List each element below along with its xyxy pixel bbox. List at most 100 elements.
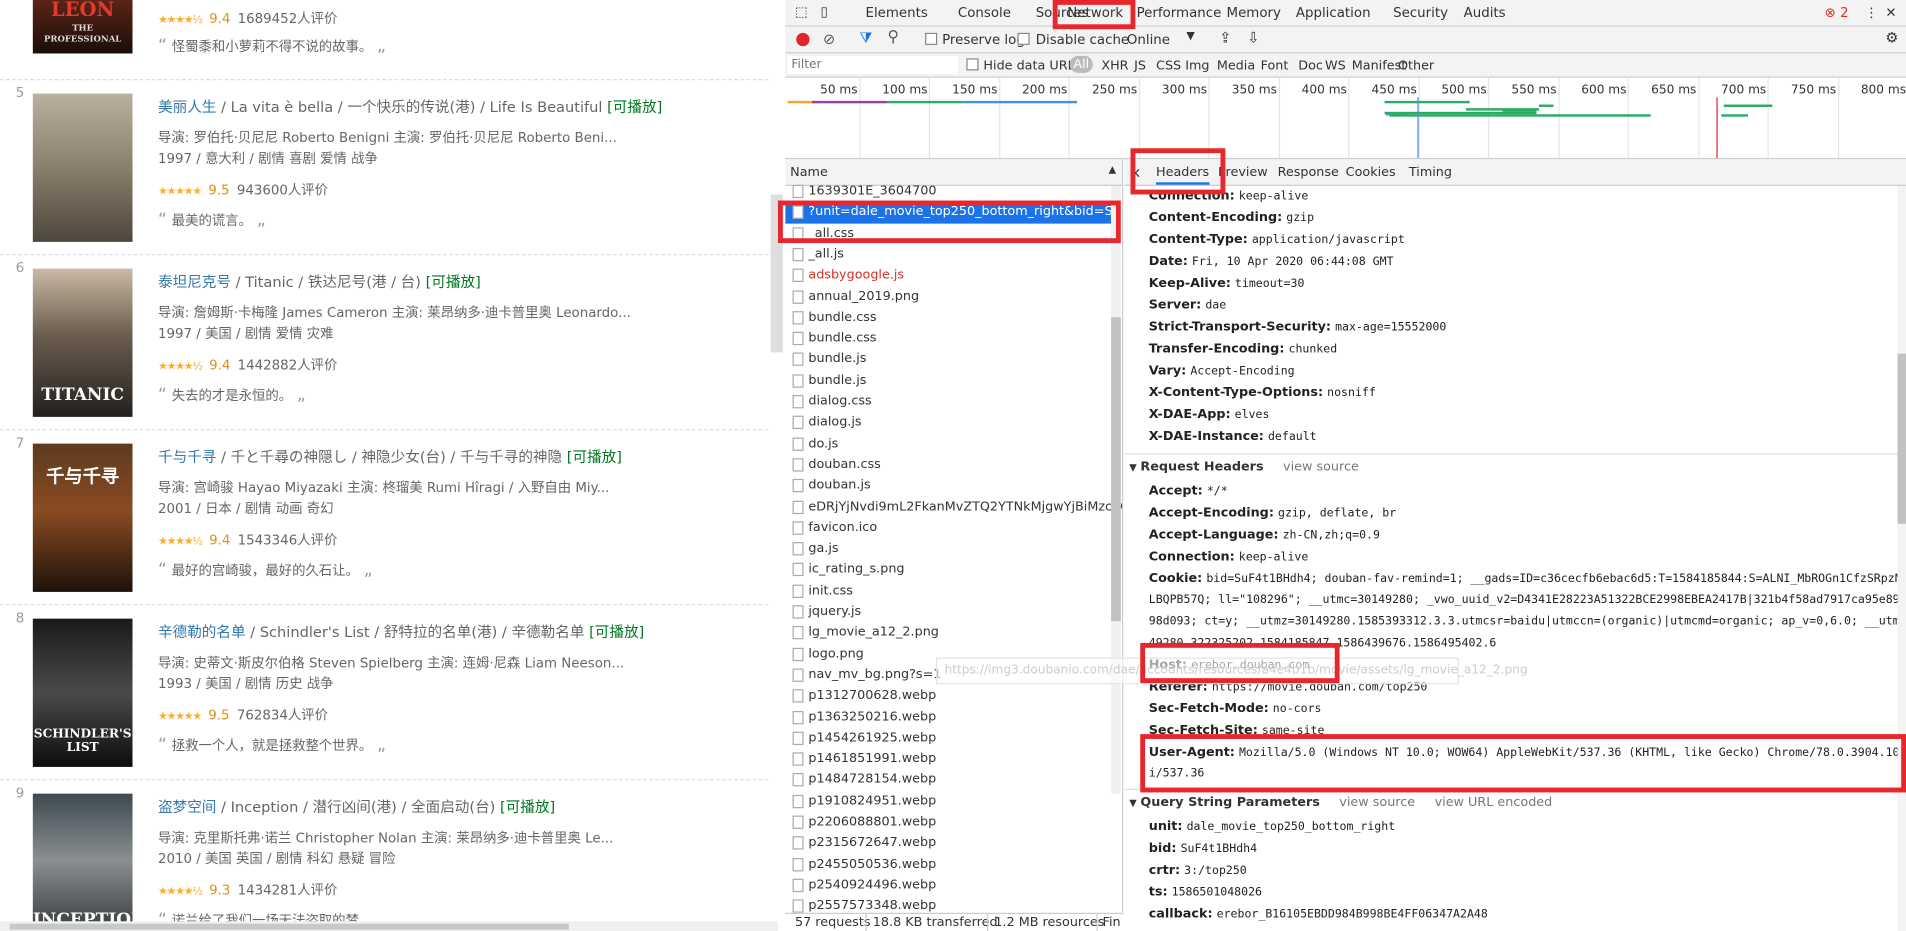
export-har-icon[interactable]: ⇩	[1247, 29, 1259, 46]
horizontal-scrollbar[interactable]	[9, 923, 569, 930]
filter-type-img[interactable]: Img	[1185, 58, 1209, 73]
filter-type-xhr[interactable]: XHR	[1101, 58, 1128, 73]
request-row[interactable]: _all.js	[785, 244, 1111, 265]
request-row[interactable]: p2540924496.webp	[785, 875, 1111, 896]
request-row[interactable]: p1910824951.webp	[785, 791, 1111, 812]
request-row[interactable]: lg_movie_a12_2.png	[785, 623, 1111, 644]
request-row[interactable]: p2455050536.webp	[785, 854, 1111, 875]
filter-type-js[interactable]: JS	[1134, 58, 1146, 73]
tab-security[interactable]: Security	[1393, 5, 1448, 21]
tab-performance[interactable]: Performance	[1137, 5, 1222, 21]
request-row[interactable]: adsbygoogle.js	[785, 265, 1111, 286]
request-row[interactable]: p1363250216.webp	[785, 707, 1111, 728]
query-string-section[interactable]: ▼ Query String Parameters view source view …	[1129, 795, 1552, 810]
playable-tag[interactable]: [可播放]	[607, 98, 662, 115]
request-row[interactable]: bundle.css	[785, 307, 1111, 328]
request-row[interactable]: p1461851991.webp	[785, 749, 1111, 770]
request-row[interactable]: favicon.ico	[785, 518, 1111, 539]
playable-tag[interactable]: [可播放]	[426, 273, 481, 290]
request-row[interactable]: bundle.js	[785, 370, 1111, 391]
detail-tab-response[interactable]: Response	[1278, 165, 1339, 180]
movie-title-link[interactable]: 盗梦空间	[158, 799, 216, 816]
request-row[interactable]: jquery.js	[785, 602, 1111, 623]
movie-poster[interactable]: SCHINDLER'S LIST	[32, 618, 133, 767]
request-row[interactable]: do.js	[785, 433, 1111, 454]
tab-network[interactable]: Network	[1067, 5, 1123, 21]
close-devtools-icon[interactable]: ✕	[1885, 5, 1896, 21]
detail-scrollbar[interactable]	[1897, 353, 1906, 524]
request-row[interactable]: p2315672647.webp	[785, 833, 1111, 854]
detail-tab-cookies[interactable]: Cookies	[1346, 165, 1396, 180]
request-row[interactable]: ga.js	[785, 539, 1111, 560]
request-row[interactable]: dialog.js	[785, 412, 1111, 433]
record-icon[interactable]	[796, 32, 810, 47]
view-source-link[interactable]: view source	[1339, 795, 1415, 810]
detail-tab-headers[interactable]: Headers	[1156, 165, 1210, 185]
movie-title-link[interactable]: 千与千寻	[158, 448, 216, 465]
settings-gear-icon[interactable]: ⚙	[1885, 29, 1898, 46]
movie-poster[interactable]	[32, 93, 133, 242]
filter-type-other[interactable]: Other	[1398, 58, 1434, 73]
request-list-scrollbar[interactable]	[1111, 317, 1121, 622]
request-row[interactable]: _all.css	[785, 223, 1111, 244]
filter-type-font[interactable]: Font	[1261, 58, 1289, 73]
movie-poster[interactable]: 千与千寻	[32, 443, 133, 592]
request-row[interactable]: dialog.css	[785, 391, 1111, 412]
tab-console[interactable]: Console	[958, 5, 1011, 21]
detail-tab-timing[interactable]: Timing	[1409, 165, 1452, 180]
disable-cache-checkbox[interactable]	[1017, 32, 1030, 45]
search-icon[interactable]: ⚲	[887, 28, 899, 46]
more-options-icon[interactable]: ⋮	[1865, 5, 1878, 21]
request-row[interactable]: p1484728154.webp	[785, 770, 1111, 791]
request-row[interactable]: bundle.css	[785, 328, 1111, 349]
filter-type-ws[interactable]: WS	[1325, 58, 1346, 73]
filter-type-media[interactable]: Media	[1217, 58, 1255, 73]
error-count-icon[interactable]: ⊗ 2	[1825, 5, 1849, 21]
request-row[interactable]: p2557573348.webp	[785, 896, 1111, 913]
view-source-link[interactable]: view source	[1283, 459, 1359, 474]
request-row[interactable]: annual_2019.png	[785, 286, 1111, 307]
filter-input[interactable]	[787, 55, 958, 75]
movie-title-link[interactable]: 辛德勒的名单	[158, 624, 246, 641]
import-har-icon[interactable]: ⇪	[1219, 29, 1231, 46]
filter-type-css[interactable]: CSS	[1156, 58, 1181, 73]
detail-tab-preview[interactable]: Preview	[1218, 165, 1268, 180]
movie-title-link[interactable]: 美丽人生	[158, 98, 216, 115]
request-headers-section[interactable]: ▼ Request Headers view source	[1129, 459, 1359, 474]
movie-poster[interactable]: TITANIC	[32, 268, 133, 417]
throttle-select[interactable]: Online	[1127, 32, 1170, 48]
request-row[interactable]: p1454261925.webp	[785, 728, 1111, 749]
view-url-encoded-link[interactable]: view URL encoded	[1435, 795, 1553, 810]
movie-title-link[interactable]: 泰坦尼克号	[158, 273, 231, 290]
hide-data-urls-checkbox[interactable]	[966, 58, 979, 71]
request-row[interactable]: bundle.js	[785, 349, 1111, 370]
device-toolbar-icon[interactable]: ▯	[821, 4, 828, 20]
request-row[interactable]: douban.js	[785, 475, 1111, 496]
filter-icon[interactable]: ⧩	[859, 29, 872, 47]
clear-icon[interactable]: ⊘	[823, 30, 835, 47]
request-row[interactable]: douban.css	[785, 454, 1111, 475]
name-column-header[interactable]: Name	[790, 165, 828, 180]
request-row[interactable]: ?unit=dale_movie_top250_bottom_right&bid…	[785, 202, 1122, 224]
request-row[interactable]: eDRjYjNvdi9mL2FkanMvZTQ2YTNkMjgwYjBiMzc2…	[785, 496, 1122, 517]
playable-tag[interactable]: [可播放]	[567, 448, 622, 465]
tab-application[interactable]: Application	[1296, 5, 1371, 21]
page-scrollbar[interactable]	[770, 194, 783, 353]
request-row[interactable]: p2206088801.webp	[785, 812, 1111, 833]
playable-tag[interactable]: [可播放]	[500, 799, 555, 816]
request-row[interactable]: init.css	[785, 581, 1111, 602]
request-row[interactable]: ic_rating_s.png	[785, 560, 1111, 581]
playable-tag[interactable]: [可播放]	[589, 624, 644, 641]
movie-poster[interactable]: LEON THE PROFESSIONAL	[32, 0, 133, 54]
tab-memory[interactable]: Memory	[1227, 5, 1281, 21]
movie-poster[interactable]: INCEPTION	[32, 793, 133, 931]
tab-elements[interactable]: Elements	[866, 5, 928, 21]
filter-all[interactable]: All	[1069, 55, 1093, 73]
tab-audits[interactable]: Audits	[1464, 5, 1506, 21]
inspect-element-icon[interactable]: ⬚	[795, 4, 808, 20]
request-row[interactable]: 1639301E_3604700	[785, 181, 1111, 202]
preserve-log-checkbox[interactable]	[925, 32, 938, 45]
request-row[interactable]: p1312700628.webp	[785, 686, 1111, 707]
filter-type-doc[interactable]: Doc	[1298, 58, 1323, 73]
close-detail-icon[interactable]: ×	[1129, 164, 1141, 181]
